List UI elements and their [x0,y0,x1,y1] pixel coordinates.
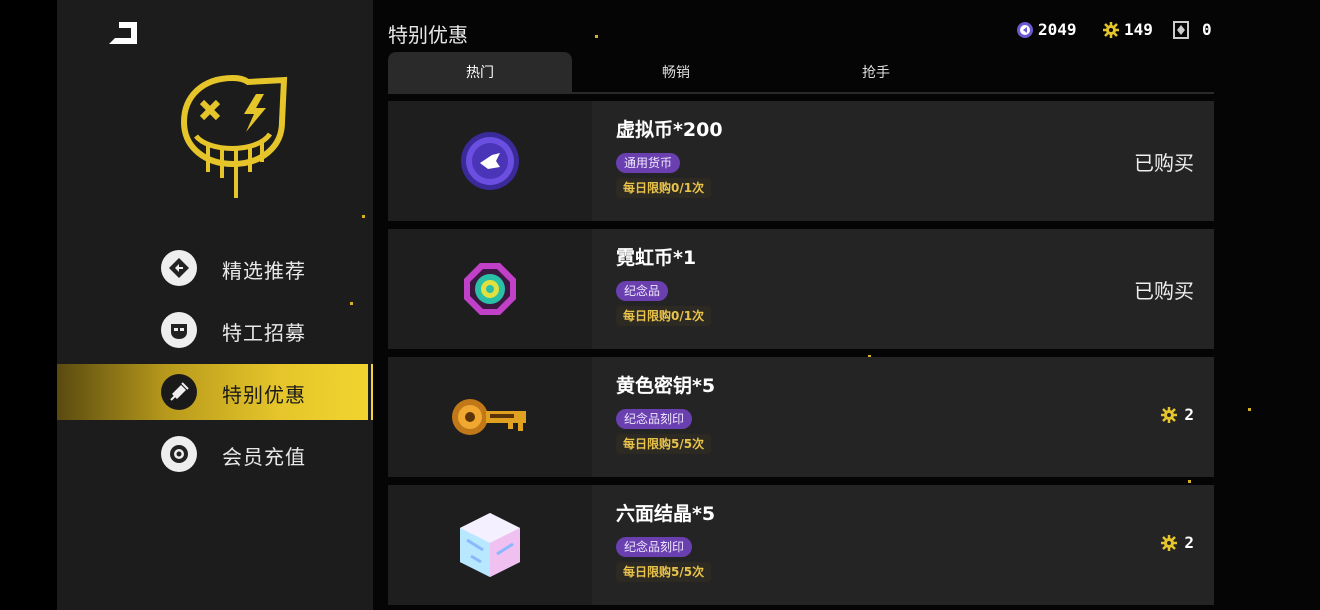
buy-price-button[interactable]: 2 [1160,405,1194,424]
item-tag: 纪念品刻印 [616,409,693,429]
agent-face-icon [161,312,197,348]
sidebar-item-featured[interactable]: 精选推荐 [57,240,373,296]
currency-coins-value: 2049 [1038,20,1077,39]
item-tag: 纪念品 [616,281,669,301]
tab-label: 抢手 [862,65,890,81]
sidebar-item-label: 会员充值 [222,445,306,469]
tab-bestselling[interactable]: 畅销 [584,52,768,92]
gold-gear-icon [1161,406,1178,423]
currency-gears-value: 149 [1124,20,1153,39]
item-name: 虚拟币*200 [616,119,723,141]
diamond-card-icon [1173,20,1189,39]
item-tag: 通用货币 [616,153,681,173]
sparkle [1248,408,1251,411]
currency-cards: 0 [1172,20,1212,39]
smiley-lightning-logo-icon [180,74,288,198]
sparkle [595,35,598,38]
item-tag: 纪念品刻印 [616,537,693,557]
item-thumbnail [388,485,592,605]
shop-item-card[interactable]: 黄色密钥*5 纪念品刻印 每日限购5/5次 2 [388,357,1214,477]
item-purchased-status: 已购买 [1134,151,1194,175]
back-button[interactable] [105,18,145,48]
sidebar-item-special-offer[interactable]: 特别优惠 [57,364,373,420]
diamond-arrow-icon [161,250,197,286]
sparkle [362,215,365,218]
item-purchase-limit: 每日限购5/5次 [616,434,712,454]
tab-hot[interactable]: 热门 [388,52,572,92]
shop-item-card[interactable]: 虚拟币*200 通用货币 每日限购0/1次 已购买 [388,101,1214,221]
sparkle [350,302,353,305]
sparkle [1188,480,1191,483]
tab-label: 畅销 [662,65,690,81]
sidebar-item-membership[interactable]: 会员充值 [57,426,373,482]
tab-label: 热门 [466,65,494,81]
neon-coin-icon [464,263,516,315]
sidebar-item-agent-recruit[interactable]: 特工招募 [57,302,373,358]
item-purchase-limit: 每日限购0/1次 [616,306,712,326]
item-purchase-limit: 每日限购0/1次 [616,178,712,198]
item-thumbnail [388,357,592,477]
item-price: 2 [1184,405,1194,424]
shop-item-card[interactable]: 六面结晶*5 纪念品刻印 每日限购5/5次 2 [388,485,1214,605]
item-thumbnail [388,229,592,349]
item-name: 六面结晶*5 [616,503,716,525]
hex-crystal-icon [460,513,520,577]
gold-gear-icon [1161,534,1178,551]
buy-price-button[interactable]: 2 [1160,533,1194,552]
page-title: 特别优惠 [388,23,468,47]
tab-bar: 热门 畅销 抢手 [388,52,1214,94]
purple-coin-icon [461,132,519,190]
item-purchased-status: 已购买 [1134,279,1194,303]
back-arrow-icon [109,22,137,44]
currency-coins: 2049 [1016,20,1077,39]
yellow-key-icon [452,399,526,435]
sidebar-item-label: 特工招募 [222,321,306,345]
currency-gears: 149 [1102,20,1153,39]
active-indicator [368,364,371,420]
sidebar-item-label: 特别优惠 [222,383,306,407]
item-name: 霓虹币*1 [616,247,697,269]
tab-in-demand[interactable]: 抢手 [784,52,968,92]
item-thumbnail [388,101,592,221]
item-price: 2 [1184,533,1194,552]
currency-cards-value: 0 [1202,20,1212,39]
item-purchase-limit: 每日限购5/5次 [616,562,712,582]
sidebar-item-label: 精选推荐 [222,259,306,283]
item-name: 黄色密钥*5 [616,375,716,397]
target-ring-icon [161,436,197,472]
purple-coin-icon [1017,21,1033,38]
gold-gear-icon [1103,21,1119,38]
special-offer-icon [161,374,197,410]
game-logo [178,72,288,202]
shop-item-card[interactable]: 霓虹币*1 纪念品 每日限购0/1次 已购买 [388,229,1214,349]
